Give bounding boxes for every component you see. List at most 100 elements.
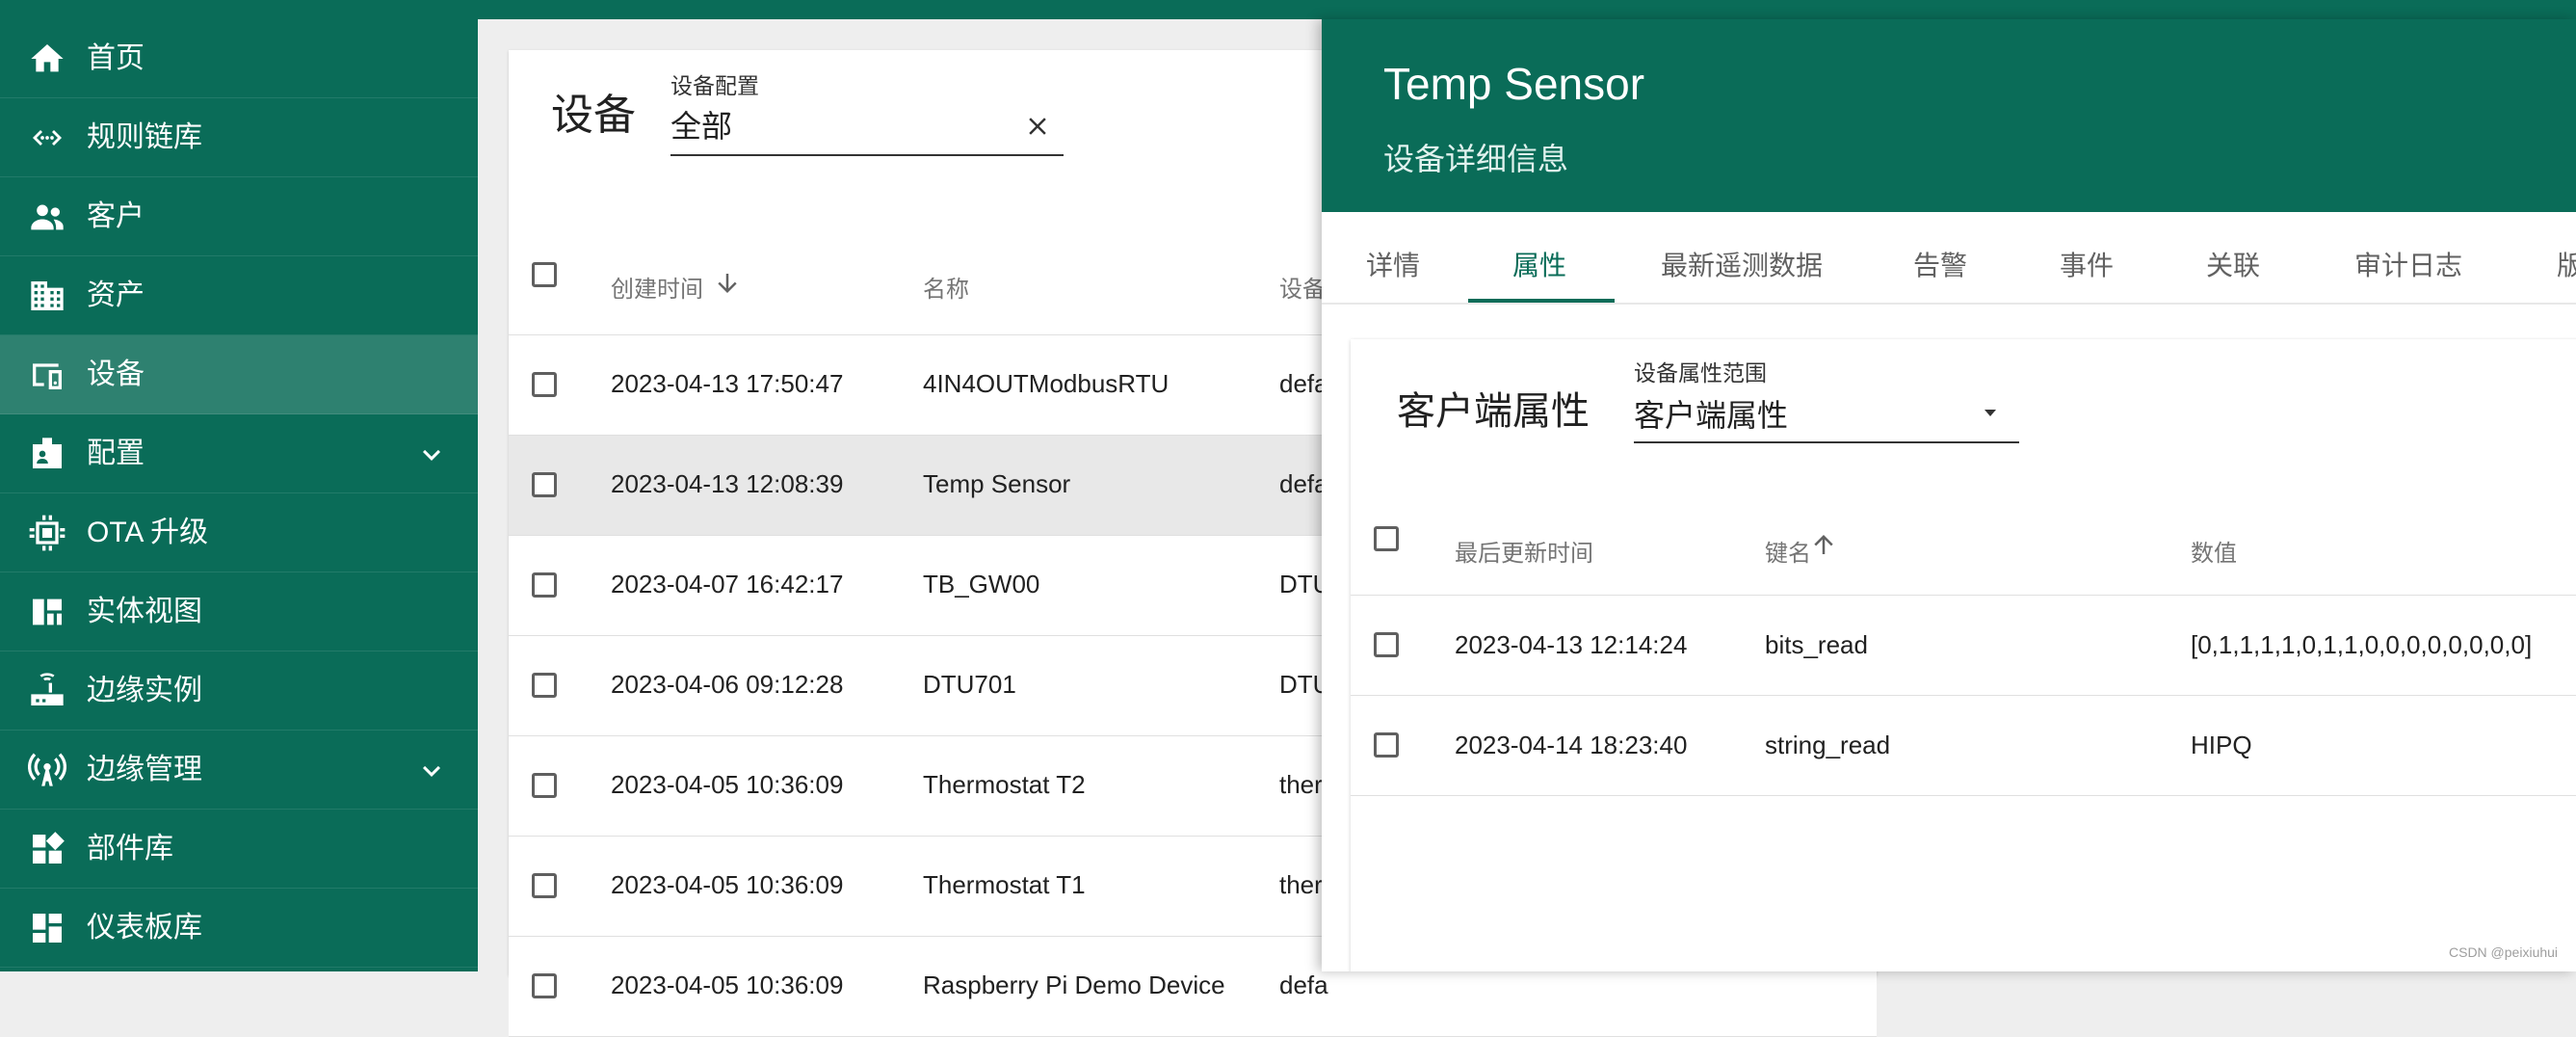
building-icon: [27, 278, 67, 314]
sidebar-item-assets[interactable]: 资产: [0, 256, 478, 335]
sidebar-item-label: 规则链库: [87, 121, 202, 153]
created-time-cell: 2023-04-07 16:42:17: [611, 570, 844, 598]
row-checkbox[interactable]: [532, 973, 557, 998]
created-time-cell: 2023-04-13 17:50:47: [611, 369, 844, 398]
sidebar-item-label: 实体视图: [87, 596, 202, 627]
devices-icon: [27, 357, 67, 393]
device-name-cell: 4IN4OUTModbusRTU: [923, 369, 1170, 398]
sidebar-item-customers[interactable]: 客户: [0, 177, 478, 256]
row-checkbox[interactable]: [532, 773, 557, 798]
sidebar-item-rule-chains[interactable]: 规则链库: [0, 98, 478, 177]
filter-underline: [670, 154, 1064, 156]
code-arrows-icon: [27, 120, 67, 156]
sidebar-item-devices[interactable]: 设备: [0, 335, 478, 414]
row-checkbox[interactable]: [532, 572, 557, 598]
sidebar-item-label: 边缘管理: [87, 754, 202, 785]
home-icon: [27, 40, 67, 77]
last-update-cell: 2023-04-13 12:14:24: [1455, 630, 1688, 659]
chevron-down-icon[interactable]: [414, 438, 449, 472]
row-checkbox[interactable]: [532, 472, 557, 497]
drawer-header: Temp Sensor 设备详细信息: [1322, 19, 2576, 212]
dashboard-view-icon: [27, 594, 67, 630]
sidebar-item-entity-views[interactable]: 实体视图: [0, 572, 478, 651]
value-cell: HIPQ: [2191, 731, 2252, 759]
sidebar-item-edge-management[interactable]: 边缘管理: [0, 731, 478, 810]
badge-icon: [27, 436, 67, 472]
device-profile-filter-input[interactable]: 全部: [670, 102, 732, 146]
sidebar-item-label: 设备: [87, 359, 145, 390]
tab-relations[interactable]: 关联: [2206, 245, 2260, 283]
sidebar-item-ota[interactable]: OTA 升级: [0, 493, 478, 572]
row-checkbox[interactable]: [1374, 732, 1399, 758]
created-time-cell: 2023-04-13 12:08:39: [611, 469, 844, 498]
created-time-cell: 2023-04-05 10:36:09: [611, 971, 844, 999]
tab-details[interactable]: 详情: [1366, 245, 1420, 283]
row-checkbox[interactable]: [532, 673, 557, 698]
sidebar-item-label: 首页: [87, 42, 145, 74]
device-name-cell: TB_GW00: [923, 570, 1040, 598]
active-tab-indicator: [1468, 299, 1615, 303]
tab-version[interactable]: 版: [2557, 245, 2576, 283]
row-checkbox[interactable]: [532, 372, 557, 397]
sidebar-item-profiles[interactable]: 配置: [0, 414, 478, 493]
table-row[interactable]: 2023-04-13 12:14:24 bits_read [0,1,1,1,1…: [1351, 596, 2576, 696]
tab-bar: 详情 属性 最新遥测数据 告警 事件 关联 审计日志 版: [1322, 212, 2576, 305]
select-all-checkbox[interactable]: [1374, 526, 1399, 551]
last-update-cell: 2023-04-14 18:23:40: [1455, 731, 1688, 759]
sidebar-item-widgets[interactable]: 部件库: [0, 810, 478, 889]
row-checkbox[interactable]: [532, 873, 557, 898]
chevron-down-icon[interactable]: [414, 754, 449, 788]
select-all-checkbox[interactable]: [532, 262, 557, 287]
watermark: CSDN @peixiuhui: [2449, 944, 2559, 960]
sidebar-item-label: 部件库: [87, 833, 173, 864]
router-icon: [27, 673, 67, 709]
value-cell: [0,1,1,1,1,0,1,1,0,0,0,0,0,0,0,0]: [2191, 630, 2533, 659]
column-header-profile[interactable]: 设备: [1279, 270, 1326, 304]
tab-alarms[interactable]: 告警: [1913, 245, 1967, 283]
column-header-name[interactable]: 名称: [923, 270, 969, 304]
device-profile-cell: ther: [1279, 770, 1323, 799]
sidebar-item-label: 资产: [87, 279, 145, 311]
table-row[interactable]: 2023-04-14 18:23:40 string_read HIPQ: [1351, 696, 2576, 796]
sidebar-item-label: 边缘实例: [87, 675, 202, 706]
created-time-cell: 2023-04-05 10:36:09: [611, 870, 844, 899]
arrow-down-icon[interactable]: [713, 269, 742, 298]
attributes-title: 客户端属性: [1397, 390, 1590, 433]
sidebar-item-label: 客户: [87, 200, 145, 232]
column-header-created-time[interactable]: 创建时间: [611, 270, 703, 304]
created-time-cell: 2023-04-05 10:36:09: [611, 770, 844, 799]
arrow-up-icon[interactable]: [1809, 530, 1838, 559]
drawer-title: Temp Sensor: [1383, 59, 1645, 109]
created-time-cell: 2023-04-06 09:12:28: [611, 670, 844, 699]
tab-events[interactable]: 事件: [2060, 245, 2114, 283]
device-details-drawer: Temp Sensor 设备详细信息 详情 属性 最新遥测数据 告警 事件 关联…: [1322, 19, 2576, 971]
signal-tower-icon: [27, 752, 67, 788]
sidebar-item-home[interactable]: 首页: [0, 19, 478, 98]
attributes-table-header: 最后更新时间 键名 数值: [1351, 484, 2576, 596]
device-profile-cell: ther: [1279, 870, 1323, 899]
scope-underline: [1634, 441, 2019, 443]
attribute-scope-select[interactable]: 客户端属性: [1634, 391, 1788, 436]
sidebar-item-dashboards[interactable]: 仪表板库: [0, 889, 478, 968]
top-toolbar: [478, 0, 2576, 19]
sidebar-item-label: 仪表板库: [87, 912, 202, 944]
column-header-last-update[interactable]: 最后更新时间: [1455, 534, 1593, 568]
tab-attributes[interactable]: 属性: [1512, 245, 1566, 283]
tab-audit-logs[interactable]: 审计日志: [2354, 245, 2462, 283]
close-icon[interactable]: [1023, 112, 1052, 141]
tab-latest-telemetry[interactable]: 最新遥测数据: [1661, 245, 1823, 283]
attributes-card: 客户端属性 设备属性范围 客户端属性 最后更新时间 键名 数值 2023-04-…: [1351, 339, 2576, 971]
grid-dashboard-icon: [27, 910, 67, 946]
device-profile-cell: defa: [1279, 971, 1328, 999]
device-name-cell: Raspberry Pi Demo Device: [923, 971, 1225, 999]
device-name-cell: Thermostat T2: [923, 770, 1086, 799]
row-checkbox[interactable]: [1374, 632, 1399, 657]
drawer-subtitle: 设备详细信息: [1383, 142, 1569, 176]
people-icon: [27, 199, 67, 235]
key-cell: bits_read: [1765, 630, 1868, 659]
dropdown-arrow-icon[interactable]: [1979, 401, 2002, 424]
column-header-value[interactable]: 数值: [2191, 534, 2237, 568]
sidebar-item-edge-instances[interactable]: 边缘实例: [0, 651, 478, 731]
chip-icon: [27, 515, 67, 551]
column-header-key[interactable]: 键名: [1765, 534, 1811, 568]
